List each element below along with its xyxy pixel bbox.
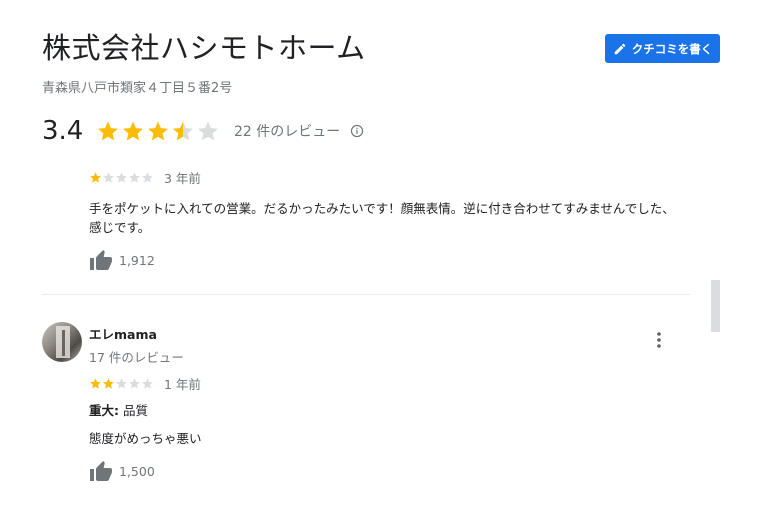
pencil-icon — [614, 43, 625, 54]
review-meta: 3 年前 — [89, 168, 679, 187]
star-empty-icon — [128, 377, 141, 390]
review-text: 態度がめっちゃ悪い — [89, 431, 202, 446]
star-half-icon — [171, 119, 195, 143]
like-button[interactable]: 1,500 — [89, 460, 202, 482]
review-meta: 1 年前 — [89, 374, 202, 393]
like-count: 1,912 — [119, 252, 155, 268]
attribute-value: 品質 — [122, 403, 148, 418]
review-time: 1 年前 — [164, 377, 201, 392]
star-empty-icon — [141, 377, 154, 390]
review-stars — [89, 377, 154, 390]
avatar-photo — [56, 326, 70, 358]
average-rating: 3.4 — [42, 116, 84, 146]
star-empty-icon — [141, 171, 154, 184]
thumbs-up-icon — [90, 250, 112, 270]
star-filled-icon — [146, 119, 170, 143]
average-stars — [96, 119, 220, 143]
review-author[interactable]: エレmama — [89, 324, 157, 343]
like-count: 1,500 — [119, 463, 155, 479]
scrollbar[interactable] — [711, 280, 720, 332]
star-filled-icon — [89, 377, 102, 390]
review-item: 1 年前 重大: 品質 態度がめっちゃ悪い 1,500 — [89, 374, 202, 482]
attribute-label: 重大: — [89, 403, 119, 418]
business-title: 株式会社ハシモトホーム — [42, 31, 366, 65]
review-stars — [89, 171, 154, 184]
star-filled-icon — [121, 119, 145, 143]
star-filled-icon — [102, 377, 115, 390]
star-empty-icon — [115, 171, 128, 184]
avatar[interactable] — [42, 322, 82, 362]
review-time: 3 年前 — [164, 171, 201, 186]
star-empty-icon — [196, 119, 220, 143]
business-address: 青森県八戸市類家４丁目５番2号 — [42, 81, 233, 96]
rating-summary: 3.4 22 件のレビュー — [42, 113, 364, 149]
star-filled-icon — [89, 171, 102, 184]
star-empty-icon — [102, 171, 115, 184]
star-empty-icon — [128, 171, 141, 184]
like-button[interactable]: 1,912 — [89, 249, 679, 271]
write-review-button[interactable]: クチコミを書く — [605, 34, 720, 63]
review-text: 手をポケットに入れての営業。だるかったみたいです！顔無表情。逆に付き合わせてすみ… — [89, 201, 675, 235]
star-empty-icon — [115, 377, 128, 390]
more-options-icon[interactable] — [653, 331, 665, 349]
review-item: 3 年前 手をポケットに入れての営業。だるかったみたいです！顔無表情。逆に付き合… — [89, 168, 679, 271]
info-icon[interactable] — [350, 124, 364, 138]
author-review-count: 17 件のレビュー — [89, 350, 184, 365]
thumbs-up-icon — [90, 461, 112, 481]
review-count-link[interactable]: 22 件のレビュー — [234, 121, 340, 141]
star-filled-icon — [96, 119, 120, 143]
review-attribute: 重大: 品質 — [89, 401, 202, 420]
review-divider — [42, 294, 690, 295]
write-review-label: クチコミを書く — [631, 41, 713, 56]
